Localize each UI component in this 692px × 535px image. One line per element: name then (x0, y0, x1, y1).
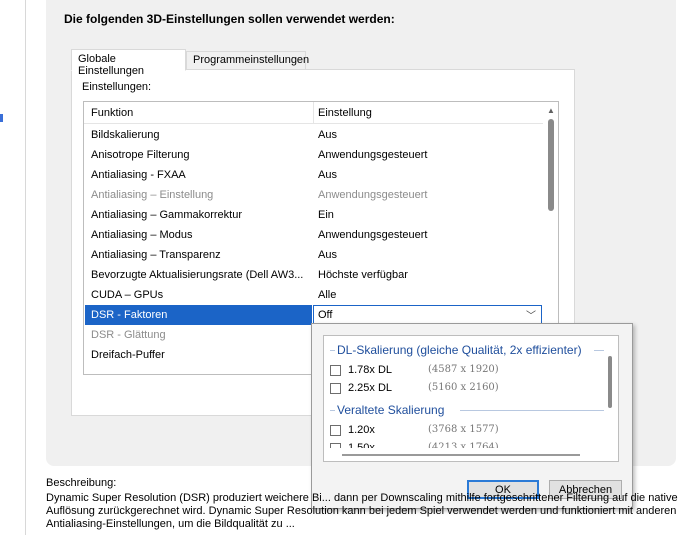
combobox-value: Off (318, 309, 333, 321)
option-resolution: (3768 x 1577) (428, 424, 499, 435)
column-header-function[interactable]: Funktion (91, 107, 133, 119)
row-setting: Anwendungsgesteuert (318, 149, 428, 161)
group-divider (594, 350, 604, 351)
option-label: 1.78x DL (348, 364, 393, 376)
left-nav-strip (0, 0, 26, 535)
scrollbar-thumb[interactable] (342, 454, 580, 456)
table-row[interactable]: Antialiasing – Einstellung Anwendungsgest… (84, 185, 543, 205)
chevron-down-icon[interactable]: ﹀ (526, 307, 536, 322)
tab-global-settings[interactable]: Globale Einstellungen (71, 49, 186, 77)
checkbox[interactable] (330, 383, 341, 394)
table-row[interactable]: CUDA – GPUs Alle (84, 285, 543, 305)
group-title-legacy-scaling: Veraltete Skalierung (337, 403, 445, 417)
row-function: Antialiasing - FXAA (91, 169, 186, 181)
dropdown-horizontal-scrollbar[interactable] (324, 448, 604, 461)
row-setting: Aus (318, 249, 337, 261)
page-heading: Die folgenden 3D-Einstellungen sollen ve… (64, 12, 395, 26)
table-row-selected[interactable]: DSR - Faktoren Off ﹀ (84, 305, 543, 325)
table-row[interactable]: Bevorzugte Aktualisierungsrate (Dell AW3… (84, 265, 543, 285)
table-row[interactable]: Anisotrope Filterung Anwendungsgesteuert (84, 145, 543, 165)
column-header-setting[interactable]: Einstellung (318, 107, 372, 119)
row-setting: Anwendungsgesteuert (318, 189, 428, 201)
settings-label: Einstellungen: (82, 81, 152, 93)
table-row[interactable]: Antialiasing – Gammakorrektur Ein (84, 205, 543, 225)
row-setting: Alle (318, 289, 337, 301)
row-function: Dreifach-Puffer (91, 349, 165, 361)
row-setting: Anwendungsgesteuert (318, 229, 428, 241)
row-function: CUDA – GPUs (91, 289, 164, 301)
table-row[interactable]: Antialiasing – Transparenz Aus (84, 245, 543, 265)
row-function: Anisotrope Filterung (91, 149, 190, 161)
row-setting: Aus (318, 129, 337, 141)
dsr-factors-combobox[interactable]: Off ﹀ (313, 305, 542, 325)
option-label: 2.25x DL (348, 382, 393, 394)
option-label: 1.20x (348, 424, 375, 436)
scrollbar-thumb[interactable] (608, 356, 612, 408)
tab-program-settings[interactable]: Programmeinstellungen (186, 51, 309, 70)
row-function: Antialiasing – Modus (91, 229, 193, 241)
scrollbar-thumb[interactable] (548, 119, 554, 211)
description-text: Dynamic Super Resolution (DSR) produzier… (46, 492, 678, 530)
row-function: Antialiasing – Gammakorrektur (91, 209, 243, 221)
checkbox[interactable] (330, 425, 341, 436)
option-resolution: (5160 x 2160) (428, 382, 499, 393)
column-separator[interactable] (313, 102, 314, 124)
group-divider (330, 410, 335, 411)
row-setting: Höchste verfügbar (318, 269, 408, 281)
row-setting: Ein (318, 209, 334, 221)
description-label: Beschreibung: (46, 477, 117, 489)
table-row[interactable]: Bildskalierung Aus (84, 125, 543, 145)
nav-indicator (0, 114, 3, 122)
list-header: Funktion Einstellung (84, 102, 543, 124)
dropdown-list[interactable]: DL-Skalierung (gleiche Qualität, 2x effi… (323, 335, 619, 462)
group-title-dl-scaling: DL-Skalierung (gleiche Qualität, 2x effi… (337, 343, 582, 357)
row-function: Bevorzugte Aktualisierungsrate (Dell AW3… (91, 269, 304, 281)
group-divider (460, 410, 604, 411)
row-function: DSR - Glättung (91, 329, 166, 341)
row-setting: Aus (318, 169, 337, 181)
scroll-up-arrow-icon[interactable]: ▲ (547, 106, 555, 115)
group-divider (330, 350, 335, 351)
table-row[interactable]: Antialiasing – Modus Anwendungsgesteuert (84, 225, 543, 245)
option-resolution: (4587 x 1920) (428, 364, 499, 375)
table-row[interactable]: Antialiasing - FXAA Aus (84, 165, 543, 185)
checkbox[interactable] (330, 365, 341, 376)
dropdown-vertical-scrollbar[interactable] (604, 336, 618, 448)
row-function: Bildskalierung (91, 129, 160, 141)
row-function: Antialiasing – Einstellung (91, 189, 214, 201)
row-function: DSR - Faktoren (91, 309, 168, 321)
dsr-factors-dropdown: DL-Skalierung (gleiche Qualität, 2x effi… (311, 323, 633, 509)
row-function: Antialiasing – Transparenz (91, 249, 221, 261)
